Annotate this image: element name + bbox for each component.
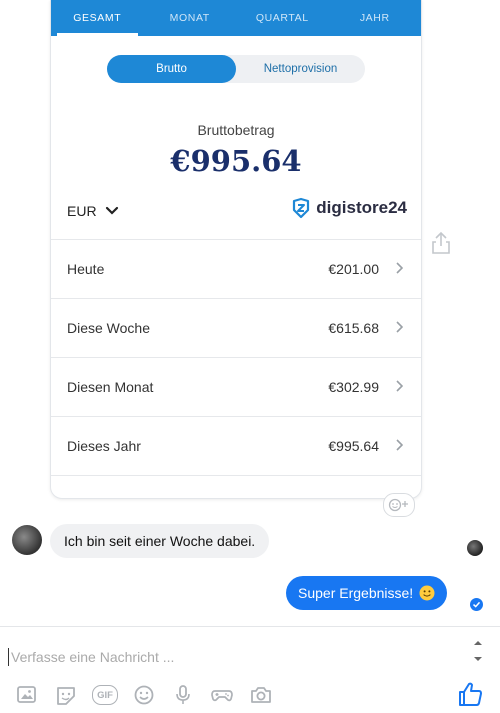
message-input[interactable]: Verfasse eine Nachricht ... xyxy=(8,640,458,674)
tab-monat[interactable]: MONAT xyxy=(144,0,237,36)
gif-label: GIF xyxy=(92,685,118,705)
list-item[interactable]: Diesen Monat €302.99 xyxy=(51,357,421,416)
camera-icon[interactable] xyxy=(248,683,274,707)
period-label: Diesen Monat xyxy=(67,379,154,395)
amount-label: Bruttobetrag xyxy=(197,122,275,138)
sticker-icon[interactable] xyxy=(53,683,79,707)
text-caret xyxy=(8,648,9,666)
earnings-card: GESAMT MONAT QUARTAL JAHR Brutto Nettopr… xyxy=(50,0,422,499)
thumbs-up-icon[interactable] xyxy=(456,680,484,708)
message-text: Super Ergebnisse! xyxy=(298,585,414,601)
tab-gesamt[interactable]: GESAMT xyxy=(51,0,144,36)
tab-jahr[interactable]: JAHR xyxy=(329,0,422,36)
chevron-right-icon xyxy=(395,261,405,277)
emoji-plus-icon xyxy=(388,498,408,512)
brand-name: digistore24 xyxy=(316,198,407,217)
period-list: Heute €201.00 Diese Woche €615.68 Diesen… xyxy=(51,239,421,476)
image-icon[interactable] xyxy=(14,683,40,707)
chevron-right-icon xyxy=(395,320,405,336)
divider xyxy=(0,626,500,627)
scroll-up-icon[interactable] xyxy=(472,635,484,645)
game-controller-icon[interactable] xyxy=(209,683,235,707)
share-icon[interactable] xyxy=(430,230,452,256)
message-text: Ich bin seit einer Woche dabei. xyxy=(64,533,256,549)
seen-avatar xyxy=(467,540,483,556)
list-item[interactable]: Heute €201.00 xyxy=(51,239,421,298)
toggle-brutto[interactable]: Brutto xyxy=(107,55,236,83)
period-label: Diese Woche xyxy=(67,320,151,336)
period-tabs: GESAMT MONAT QUARTAL JAHR xyxy=(51,0,421,36)
scroll-down-icon[interactable] xyxy=(472,651,484,661)
add-reaction-button[interactable] xyxy=(383,493,415,517)
list-item[interactable]: Dieses Jahr €995.64 xyxy=(51,416,421,476)
period-label: Dieses Jahr xyxy=(67,438,141,454)
brutto-netto-toggle: Brutto Nettoprovision xyxy=(107,55,365,83)
microphone-icon[interactable] xyxy=(170,683,196,707)
currency-selector[interactable]: EUR xyxy=(67,200,119,222)
toggle-nettoprovision[interactable]: Nettoprovision xyxy=(236,55,365,83)
tab-quartal[interactable]: QUARTAL xyxy=(236,0,329,36)
chevron-right-icon xyxy=(395,379,405,395)
period-value: €995.64 xyxy=(328,438,379,454)
currency-label: EUR xyxy=(67,203,97,219)
message-incoming: Ich bin seit einer Woche dabei. xyxy=(50,524,270,558)
chevron-right-icon xyxy=(395,438,405,454)
message-outgoing: Super Ergebnisse! xyxy=(286,576,448,610)
message-input-placeholder: Verfasse eine Nachricht ... xyxy=(11,649,175,665)
period-value: €615.68 xyxy=(328,320,379,336)
chevron-down-icon xyxy=(105,203,119,219)
digistore-brand: digistore24 xyxy=(290,197,407,219)
avatar[interactable] xyxy=(12,525,42,555)
emoji-icon[interactable] xyxy=(131,683,157,707)
digistore-logo-icon xyxy=(293,197,310,219)
list-item[interactable]: Diese Woche €615.68 xyxy=(51,298,421,357)
period-value: €302.99 xyxy=(328,379,379,395)
composer-toolbar: GIF xyxy=(14,682,287,708)
period-label: Heute xyxy=(67,261,105,277)
delivered-check-icon xyxy=(470,598,483,611)
smiley-emoji-icon xyxy=(419,585,435,601)
total-amount: €995.64 xyxy=(170,144,302,178)
gif-icon[interactable]: GIF xyxy=(92,683,118,707)
period-value: €201.00 xyxy=(328,261,379,277)
